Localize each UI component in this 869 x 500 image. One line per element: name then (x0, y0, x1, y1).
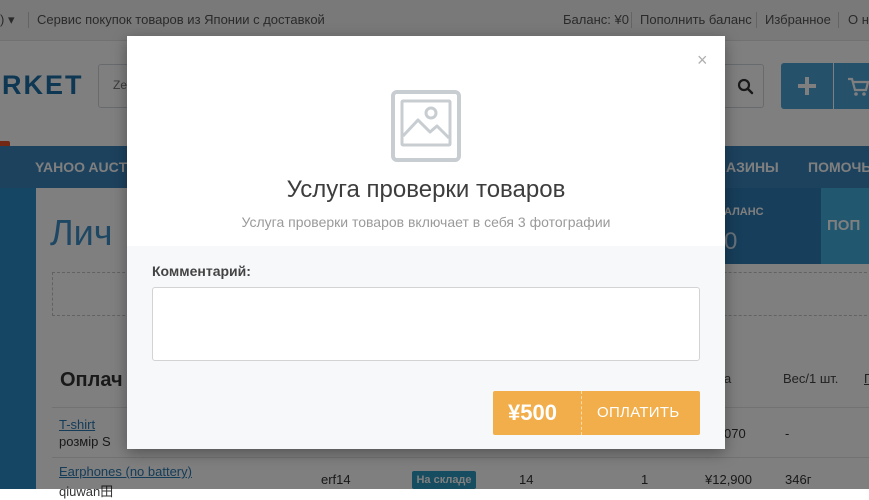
comment-field[interactable] (152, 287, 700, 361)
service-price: ¥500 (508, 400, 557, 425)
comment-label: Комментарий: (152, 263, 251, 279)
button-divider (581, 391, 582, 435)
pay-button-label: ОПЛАТИТЬ (597, 404, 680, 421)
pay-button[interactable]: ¥500 ОПЛАТИТЬ (493, 391, 700, 435)
inspection-service-modal: × Услуга проверки товаров Услуга проверк… (127, 36, 725, 449)
comment-form: Комментарий: ¥500 ОПЛАТИТЬ (127, 246, 725, 449)
image-placeholder-icon (391, 90, 461, 162)
modal-subtitle: Услуга проверки товаров включает в себя … (241, 214, 611, 230)
modal-title: Услуга проверки товаров (286, 176, 566, 203)
close-icon[interactable]: × (697, 50, 708, 71)
